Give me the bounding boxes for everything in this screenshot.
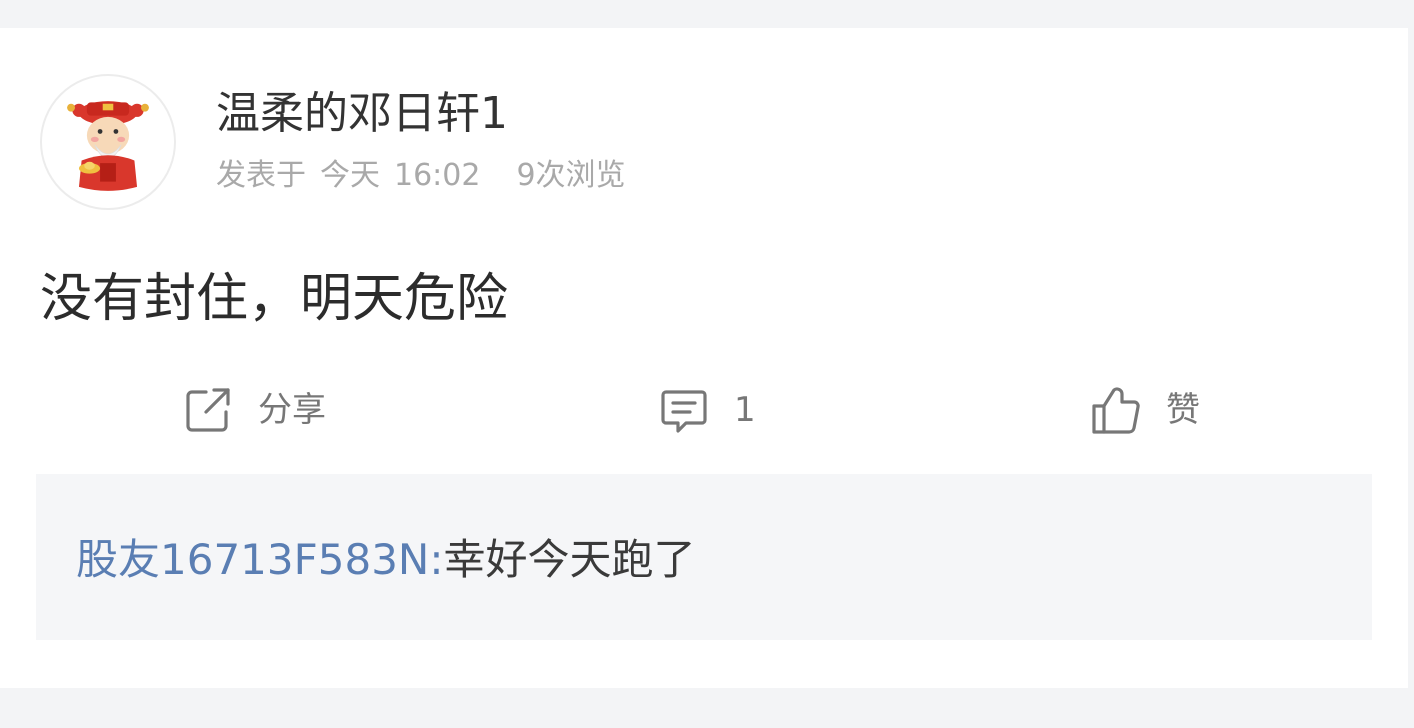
comment-list: 股友16713F583N:幸好今天跑了: [36, 474, 1372, 640]
page: 温柔的邓日轩1 发表于 今天 16:02 9次浏览 没有封住，明天危险 分享 1…: [0, 0, 1414, 728]
list-item[interactable]: 股友16713F583N:幸好今天跑了: [76, 530, 696, 590]
post-time: 16:02: [394, 158, 481, 193]
comment-count: 1: [734, 390, 756, 430]
comment-text: 幸好今天跑了: [443, 535, 696, 584]
share-label: 分享: [258, 390, 326, 430]
posted-prefix: 发表于: [216, 158, 306, 193]
action-bar: 分享 1 赞: [0, 378, 1408, 442]
like-button[interactable]: 赞: [1088, 378, 1200, 442]
username[interactable]: 温柔的邓日轩1: [216, 86, 508, 142]
avatar[interactable]: [40, 74, 176, 210]
share-button[interactable]: 分享: [180, 378, 326, 442]
post-meta: 发表于 今天 16:02 9次浏览: [216, 156, 626, 196]
view-count: 9次浏览: [516, 158, 626, 193]
share-icon: [186, 388, 230, 432]
comment-button[interactable]: 1: [656, 378, 756, 442]
post-date: 今天: [320, 158, 380, 193]
fortune-god-avatar-icon: [67, 101, 149, 191]
like-label: 赞: [1166, 390, 1200, 430]
comment-icon: [661, 390, 707, 433]
thumbs-up-icon: [1092, 387, 1140, 434]
post-content: 没有封住，明天危险: [40, 269, 509, 329]
post-card: 温柔的邓日轩1 发表于 今天 16:02 9次浏览 没有封住，明天危险 分享 1…: [0, 28, 1408, 688]
comment-author[interactable]: 股友16713F583N:: [76, 535, 444, 584]
